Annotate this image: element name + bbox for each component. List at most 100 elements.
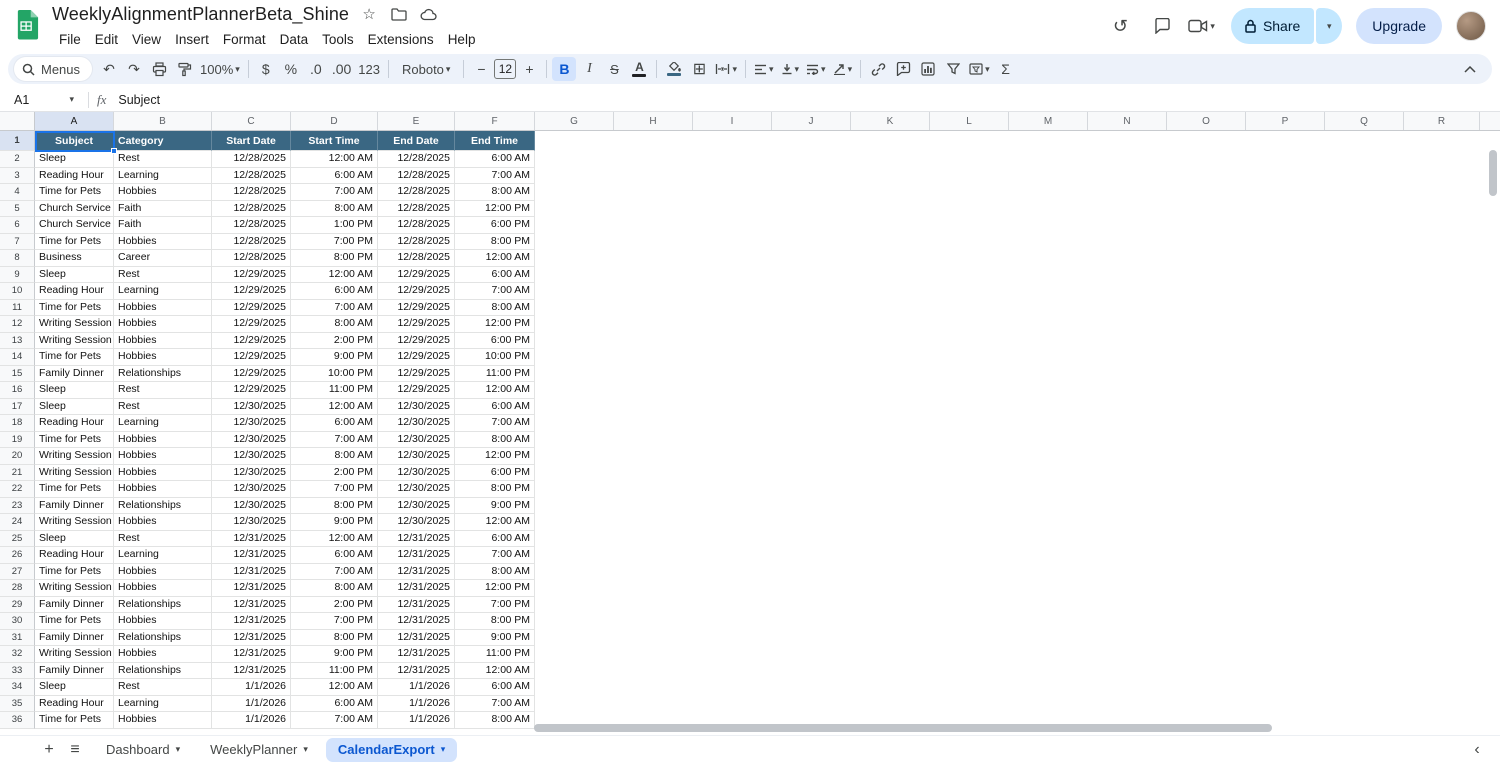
- cell[interactable]: 9:00 PM: [455, 497, 535, 514]
- cell[interactable]: 11:00 PM: [291, 382, 378, 399]
- row-header-36[interactable]: 36: [0, 712, 35, 729]
- cell[interactable]: 11:00 PM: [455, 646, 535, 663]
- cell[interactable]: 7:00 AM: [291, 563, 378, 580]
- empty-area[interactable]: [535, 662, 1500, 679]
- cell[interactable]: 12/29/2025: [212, 316, 291, 333]
- row-header-28[interactable]: 28: [0, 580, 35, 597]
- cell[interactable]: 11:00 PM: [455, 365, 535, 382]
- empty-area[interactable]: [535, 131, 1500, 151]
- zoom-select[interactable]: 100% ▾: [197, 57, 243, 81]
- meet-video-button[interactable]: ▾: [1188, 19, 1215, 33]
- cell[interactable]: 8:00 AM: [455, 712, 535, 729]
- cell[interactable]: 12:00 AM: [291, 151, 378, 168]
- cell[interactable]: 12/30/2025: [378, 398, 455, 415]
- cell[interactable]: 12/29/2025: [212, 266, 291, 283]
- cell[interactable]: Career: [114, 250, 212, 267]
- cell[interactable]: 12/31/2025: [212, 613, 291, 630]
- cell[interactable]: 12/31/2025: [378, 530, 455, 547]
- cell[interactable]: 12/30/2025: [212, 514, 291, 531]
- cell[interactable]: 12/31/2025: [212, 563, 291, 580]
- empty-area[interactable]: [535, 151, 1500, 168]
- cell[interactable]: 12/30/2025: [212, 464, 291, 481]
- cell[interactable]: Writing Session: [35, 580, 114, 597]
- menu-insert[interactable]: Insert: [168, 30, 216, 49]
- sheet-tab-weeklyplanner[interactable]: WeeklyPlanner ▾: [198, 738, 320, 762]
- cell[interactable]: Relationships: [114, 365, 212, 382]
- cell[interactable]: Rest: [114, 530, 212, 547]
- column-header-E[interactable]: E: [378, 112, 455, 130]
- share-button[interactable]: Share: [1230, 8, 1315, 44]
- cell[interactable]: Reading Hour: [35, 283, 114, 300]
- create-filter-button[interactable]: [941, 57, 965, 81]
- cell[interactable]: Hobbies: [114, 316, 212, 333]
- cell[interactable]: Faith: [114, 200, 212, 217]
- cell[interactable]: Hobbies: [114, 299, 212, 316]
- row-header-27[interactable]: 27: [0, 563, 35, 580]
- row-header-10[interactable]: 10: [0, 283, 35, 300]
- column-header-F[interactable]: F: [455, 112, 535, 130]
- select-all-corner[interactable]: [0, 112, 35, 130]
- borders-button[interactable]: ⊞: [687, 57, 711, 81]
- menu-data[interactable]: Data: [273, 30, 316, 49]
- cell[interactable]: Church Service: [35, 200, 114, 217]
- all-sheets-button[interactable]: ≡: [62, 738, 88, 762]
- cell[interactable]: 7:00 AM: [455, 695, 535, 712]
- cell[interactable]: 12/28/2025: [212, 250, 291, 267]
- cell[interactable]: Time for Pets: [35, 481, 114, 498]
- cell[interactable]: 8:00 PM: [455, 481, 535, 498]
- increase-font-size-button[interactable]: +: [517, 57, 541, 81]
- cell[interactable]: 12/31/2025: [378, 596, 455, 613]
- cell[interactable]: 12:00 AM: [291, 398, 378, 415]
- cell[interactable]: 6:00 AM: [455, 151, 535, 168]
- cell[interactable]: 12/31/2025: [212, 629, 291, 646]
- menu-extensions[interactable]: Extensions: [361, 30, 441, 49]
- document-title[interactable]: WeeklyAlignmentPlannerBeta_Shine: [52, 4, 349, 25]
- cell[interactable]: 12/28/2025: [212, 217, 291, 234]
- cell[interactable]: Learning: [114, 167, 212, 184]
- cell[interactable]: 8:00 AM: [455, 299, 535, 316]
- cell[interactable]: 12:00 AM: [455, 250, 535, 267]
- cell[interactable]: 7:00 PM: [291, 481, 378, 498]
- cell[interactable]: 6:00 PM: [455, 332, 535, 349]
- cell[interactable]: 12/31/2025: [378, 629, 455, 646]
- cell[interactable]: Family Dinner: [35, 629, 114, 646]
- cell[interactable]: 8:00 AM: [455, 431, 535, 448]
- add-sheet-button[interactable]: +: [36, 738, 62, 762]
- cell[interactable]: 12/31/2025: [378, 613, 455, 630]
- cell[interactable]: 6:00 AM: [455, 398, 535, 415]
- column-header-A[interactable]: A: [35, 112, 114, 130]
- cell[interactable]: 12:00 AM: [455, 514, 535, 531]
- row-header-21[interactable]: 21: [0, 464, 35, 481]
- header-cell-start-time[interactable]: Start Time: [291, 131, 378, 151]
- text-rotation-button[interactable]: ▾: [830, 57, 856, 81]
- cell[interactable]: 12/28/2025: [212, 200, 291, 217]
- row-header-24[interactable]: 24: [0, 514, 35, 531]
- cell[interactable]: 12/30/2025: [212, 448, 291, 465]
- cell[interactable]: 6:00 AM: [291, 547, 378, 564]
- empty-area[interactable]: [535, 679, 1500, 696]
- empty-area[interactable]: [535, 695, 1500, 712]
- empty-area[interactable]: [535, 365, 1500, 382]
- cell[interactable]: Family Dinner: [35, 365, 114, 382]
- empty-area[interactable]: [535, 646, 1500, 663]
- sheet-tab-dashboard[interactable]: Dashboard ▾: [94, 738, 192, 762]
- empty-area[interactable]: [535, 299, 1500, 316]
- cell[interactable]: 9:00 PM: [455, 629, 535, 646]
- cell[interactable]: 12/30/2025: [212, 481, 291, 498]
- column-header-Q[interactable]: Q: [1325, 112, 1404, 130]
- cell[interactable]: Learning: [114, 415, 212, 432]
- cell[interactable]: Time for Pets: [35, 299, 114, 316]
- row-header-12[interactable]: 12: [0, 316, 35, 333]
- cell[interactable]: 12/30/2025: [378, 448, 455, 465]
- empty-area[interactable]: [535, 184, 1500, 201]
- empty-area[interactable]: [535, 514, 1500, 531]
- cell[interactable]: 12:00 PM: [455, 448, 535, 465]
- cell[interactable]: 7:00 AM: [291, 299, 378, 316]
- cell[interactable]: 7:00 AM: [291, 184, 378, 201]
- cell[interactable]: 12/31/2025: [212, 580, 291, 597]
- empty-area[interactable]: [535, 200, 1500, 217]
- cell[interactable]: Reading Hour: [35, 547, 114, 564]
- cell[interactable]: 6:00 AM: [291, 283, 378, 300]
- text-color-button[interactable]: A: [627, 57, 651, 81]
- cell[interactable]: 12/29/2025: [378, 365, 455, 382]
